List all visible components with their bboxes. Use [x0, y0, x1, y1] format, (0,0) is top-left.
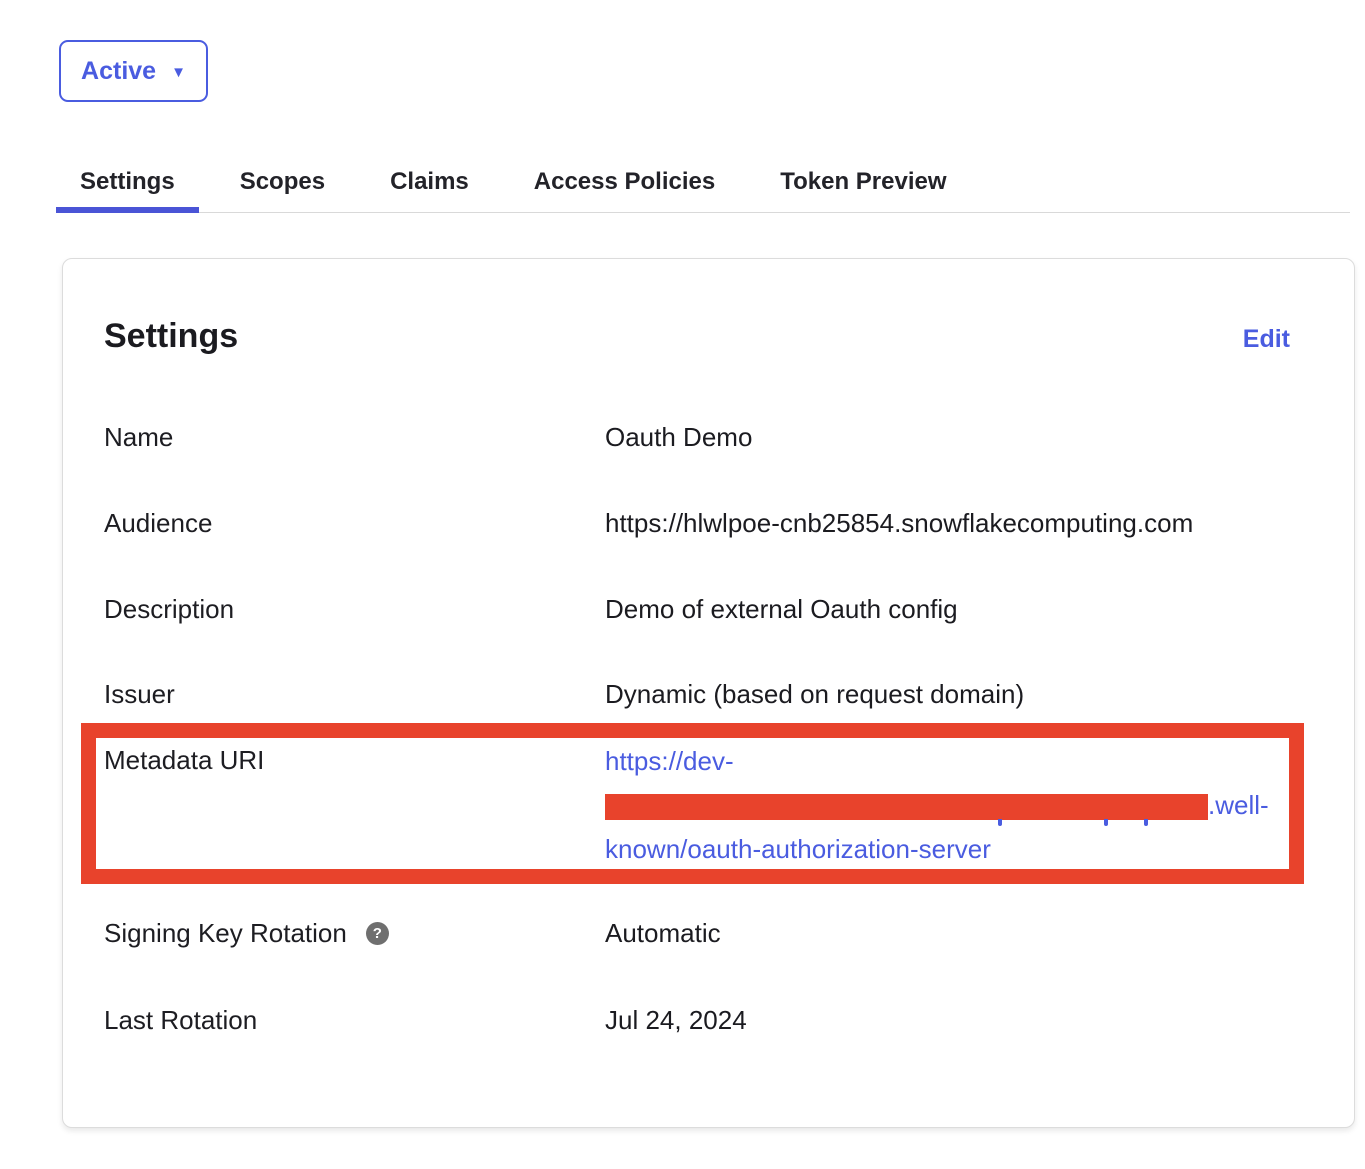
field-label-metadata-uri: Metadata URI [104, 745, 264, 776]
status-dropdown-button[interactable]: Active ▼ [59, 40, 208, 102]
tab-settings[interactable]: Settings [56, 152, 199, 212]
field-value: Demo of external Oauth config [605, 594, 958, 625]
settings-panel: Settings Edit Name Oauth Demo Audience h… [62, 258, 1355, 1128]
edit-button[interactable]: Edit [1243, 325, 1290, 354]
metadata-uri-line2-suffix: .well- [1208, 790, 1269, 820]
redacted-text-descender [1104, 819, 1108, 826]
field-value: Oauth Demo [605, 422, 752, 453]
field-label: Signing Key Rotation [104, 918, 347, 949]
tab-bar: Settings Scopes Claims Access Policies T… [56, 152, 1350, 213]
metadata-uri-line3: known/oauth-authorization-server [605, 834, 991, 864]
metadata-uri-link[interactable]: https://dev- .well- known/oauth-authoriz… [605, 739, 1305, 871]
field-row-name: Name Oauth Demo [104, 422, 1314, 453]
field-value: Automatic [605, 918, 721, 949]
tab-label: Access Policies [534, 168, 715, 196]
field-value: https://hlwlpoe-cnb25854.snowflakecomput… [605, 508, 1193, 539]
field-label: Description [104, 594, 605, 625]
tab-label: Claims [390, 168, 469, 196]
tab-claims[interactable]: Claims [366, 152, 493, 212]
tab-label: Scopes [240, 168, 325, 196]
redaction-bar [605, 794, 1208, 820]
field-value: Dynamic (based on request domain) [605, 679, 1024, 710]
field-label: Name [104, 422, 605, 453]
redacted-text-descender [998, 819, 1002, 826]
help-question-icon[interactable]: ? [366, 922, 389, 945]
field-label: Last Rotation [104, 1005, 605, 1036]
panel-title: Settings [104, 317, 238, 356]
tab-scopes[interactable]: Scopes [216, 152, 349, 212]
metadata-uri-line1: https://dev- [605, 746, 734, 776]
field-row-issuer: Issuer Dynamic (based on request domain) [104, 679, 1314, 710]
field-row-last-rotation: Last Rotation Jul 24, 2024 [104, 1005, 1314, 1036]
status-dropdown-label: Active [81, 57, 156, 86]
redacted-text-descender [1144, 819, 1148, 826]
authorization-server-settings-page: Active ▼ Settings Scopes Claims Access P… [0, 0, 1365, 1169]
tab-token-preview[interactable]: Token Preview [756, 152, 970, 212]
field-label: Issuer [104, 679, 605, 710]
tab-label: Token Preview [780, 168, 946, 196]
field-row-signing-key-rotation: Signing Key Rotation ? Automatic [104, 918, 1314, 949]
field-label: Audience [104, 508, 605, 539]
tab-access-policies[interactable]: Access Policies [510, 152, 739, 212]
caret-down-icon: ▼ [171, 65, 186, 80]
field-row-audience: Audience https://hlwlpoe-cnb25854.snowfl… [104, 508, 1314, 539]
tab-label: Settings [80, 168, 175, 196]
field-value: Jul 24, 2024 [605, 1005, 747, 1036]
field-row-description: Description Demo of external Oauth confi… [104, 594, 1314, 625]
